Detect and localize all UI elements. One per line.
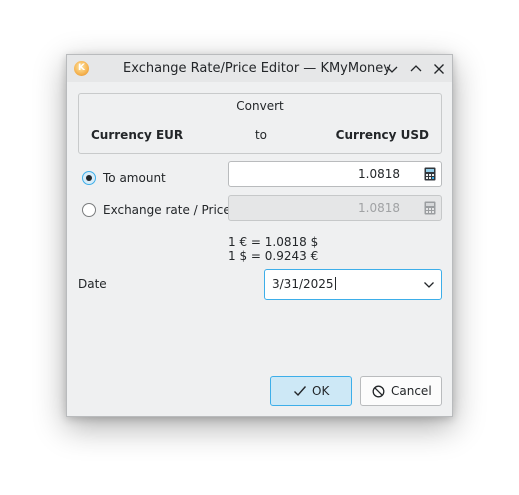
checkmark-icon (294, 386, 307, 397)
date-text: 3/31/2025 (272, 277, 334, 291)
date-label: Date (78, 277, 107, 291)
chevron-up-icon (410, 65, 422, 72)
exchange-rate-field: 1.0818 (228, 195, 442, 221)
cancel-button[interactable]: Cancel (360, 376, 442, 406)
date-input[interactable]: 3/31/2025 (264, 269, 442, 300)
cancel-icon (372, 385, 385, 398)
close-button[interactable] (430, 60, 448, 78)
to-amount-label[interactable]: To amount (103, 171, 166, 185)
maximize-button[interactable] (407, 60, 425, 78)
to-amount-radio[interactable] (82, 171, 96, 185)
date-value: 3/31/2025 (272, 270, 336, 299)
cancel-label: Cancel (391, 384, 432, 398)
text-cursor (334, 277, 336, 290)
convert-group: Convert Currency EUR to Currency USD (78, 93, 442, 154)
kmymoney-app-icon[interactable] (74, 61, 89, 76)
minimize-button[interactable] (383, 60, 401, 78)
ok-label: OK (312, 384, 330, 398)
title-bar: Exchange Rate/Price Editor — KMyMoney (67, 55, 452, 82)
to-amount-value: 1.0818 (358, 167, 400, 181)
exchange-rate-radio[interactable] (82, 203, 96, 217)
convert-title: Convert (236, 99, 284, 113)
exchange-rate-label[interactable]: Exchange rate / Price (103, 203, 231, 217)
ok-button[interactable]: OK (270, 376, 352, 406)
exchange-rate-dialog: Exchange Rate/Price Editor — KMyMoney Co… (66, 54, 453, 417)
to-amount-field[interactable]: 1.0818 (228, 161, 442, 187)
chevron-down-icon (386, 66, 398, 73)
rate-line-eur-usd: 1 € = 1.0818 $ (228, 235, 319, 249)
exchange-rate-value: 1.0818 (358, 201, 400, 215)
calculator-icon (424, 201, 436, 215)
chevron-down-icon[interactable] (423, 279, 435, 291)
close-icon (434, 64, 444, 74)
calculator-icon[interactable] (424, 167, 436, 181)
rate-line-usd-eur: 1 $ = 0.9243 € (228, 249, 319, 263)
window-title: Exchange Rate/Price Editor — KMyMoney (123, 61, 391, 76)
to-currency: Currency USD (335, 128, 429, 142)
